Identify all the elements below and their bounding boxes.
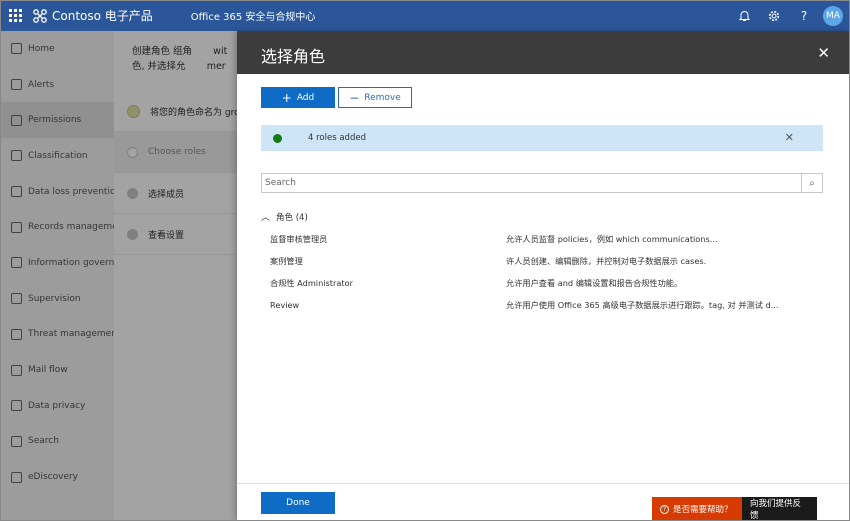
message-text: 4 roles added xyxy=(308,133,366,143)
message-bar: 4 roles added ✕ xyxy=(261,125,823,151)
need-help-button[interactable]: ? 是否需要帮助？ xyxy=(652,497,742,521)
roles-list: 监督审核管理员 允许人员监督 policies，例如 which communi… xyxy=(270,228,822,316)
success-check-icon xyxy=(273,133,282,143)
panel-header: 选择角色 ✕ xyxy=(237,31,850,74)
list-item[interactable]: 合规性 Administrator 允许用户查看 and 编辑设置和报告合规性功… xyxy=(270,272,822,294)
close-icon[interactable]: ✕ xyxy=(817,44,830,62)
group-label: 角色 (4) xyxy=(276,212,308,223)
remove-button[interactable]: − Remove xyxy=(338,87,412,108)
command-bar: + Add − Remove xyxy=(261,87,412,108)
role-name: 监督审核管理员 xyxy=(270,234,328,244)
app-title: Office 365 安全与合规中心 xyxy=(190,12,316,23)
help-icon[interactable]: ? xyxy=(789,0,819,31)
list-item[interactable]: 案例管理 许人员创建、编辑删除，并控制对电子数据展示 cases. xyxy=(270,250,822,272)
feedback-button[interactable]: 向我们提供反馈 xyxy=(742,497,817,521)
role-description: 允许人员监督 policies，例如 which communications.… xyxy=(506,234,718,244)
question-icon: ? xyxy=(660,504,669,514)
minus-icon: − xyxy=(349,90,360,105)
choose-roles-panel: 选择角色 ✕ +Add −Remove 4 roles added ✕ ⌕ ︿ … xyxy=(237,31,850,521)
gear-icon[interactable] xyxy=(759,0,789,31)
search-box: ⌕ xyxy=(261,173,823,193)
role-description: 许人员创建、编辑删除，并控制对电子数据展示 cases. xyxy=(506,256,707,266)
search-input[interactable] xyxy=(262,174,802,192)
chevron-up-icon: ︿ xyxy=(261,213,271,223)
brand-name: Contoso 电子产品 xyxy=(52,9,153,23)
role-name: Review xyxy=(270,300,300,310)
plus-icon: + xyxy=(281,90,292,105)
search-icon[interactable]: ⌕ xyxy=(801,174,822,192)
add-button[interactable]: + Add xyxy=(261,87,335,108)
role-description: 允许用户查看 and 编辑设置和报告合规性功能。 xyxy=(506,278,683,288)
contoso-logo-icon xyxy=(33,8,47,23)
modal-overlay xyxy=(0,31,238,521)
avatar[interactable]: MA xyxy=(823,5,843,26)
role-description: 允许用户使用 Office 365 高级电子数据展示进行跟踪。tag, 对 并测… xyxy=(506,300,779,310)
roles-group-header[interactable]: ︿ 角色 (4) xyxy=(261,210,308,224)
help-feedback-bar: ? 是否需要帮助？ 向我们提供反馈 xyxy=(652,497,817,521)
top-bar: Contoso 电子产品 Office 365 安全与合规中心 ? MA xyxy=(0,0,850,31)
role-name: 案例管理 xyxy=(270,256,303,266)
waffle-icon[interactable] xyxy=(0,0,31,31)
dismiss-icon[interactable]: ✕ xyxy=(785,131,794,144)
done-button[interactable]: Done xyxy=(261,492,335,514)
list-item[interactable]: 监督审核管理员 允许人员监督 policies，例如 which communi… xyxy=(270,228,822,250)
panel-title: 选择角色 xyxy=(261,47,326,66)
brand[interactable]: Contoso 电子产品 xyxy=(33,7,153,24)
role-name: 合规性 Administrator xyxy=(270,278,353,288)
bell-icon[interactable] xyxy=(729,0,759,31)
list-item[interactable]: Review 允许用户使用 Office 365 高级电子数据展示进行跟踪。ta… xyxy=(270,294,822,316)
